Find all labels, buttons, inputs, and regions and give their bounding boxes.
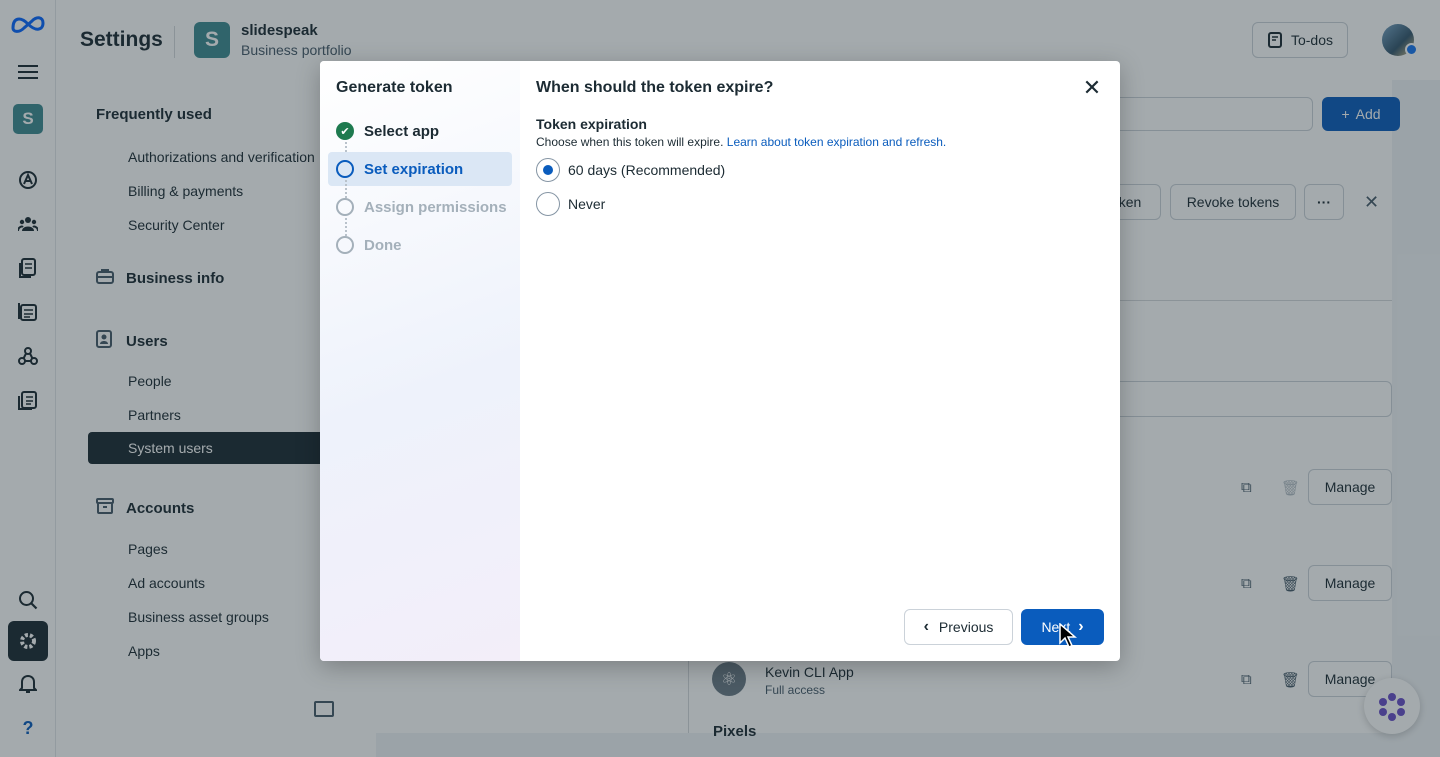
step-circle-icon [336, 236, 354, 254]
token-expiration-help: Choose when this token will expire. Lear… [536, 135, 946, 149]
step-label: Select app [364, 122, 440, 140]
help-text: Choose when this token will expire. [536, 135, 724, 149]
step-assign-permissions: Assign permissions [328, 190, 512, 224]
step-select-app[interactable]: ✔ Select app [328, 114, 512, 148]
step-circle-icon [336, 160, 354, 178]
radio-unselected[interactable] [536, 192, 560, 216]
wizard-steps: Generate token ✔ Select app Set expirati… [320, 61, 520, 661]
previous-label: Previous [938, 619, 994, 635]
option-never[interactable]: Never [536, 192, 605, 216]
step-done: Done [328, 228, 512, 262]
expiration-pane: When should the token expire? ✕ Token ex… [520, 61, 1120, 661]
check-circle-icon: ✔ [336, 122, 354, 140]
previous-button[interactable]: ‹ Previous [904, 609, 1013, 645]
wizard-title: Generate token [336, 79, 453, 96]
dialog-title: When should the token expire? [536, 79, 774, 96]
option-60-days[interactable]: 60 days (Recommended) [536, 158, 725, 182]
step-set-expiration[interactable]: Set expiration [328, 152, 512, 186]
option-label: 60 days (Recommended) [568, 162, 726, 178]
chevron-left-icon: ‹ [923, 618, 929, 635]
step-label: Done [364, 236, 402, 254]
step-circle-icon [336, 198, 354, 216]
generate-token-dialog: Generate token ✔ Select app Set expirati… [320, 61, 1120, 661]
learn-more-link[interactable]: Learn about token expiration and refresh… [727, 135, 946, 149]
token-expiration-label: Token expiration [536, 116, 647, 132]
chevron-right-icon: › [1078, 618, 1084, 635]
option-label: Never [568, 196, 606, 212]
radio-selected[interactable] [536, 158, 560, 182]
step-label: Assign permissions [364, 198, 507, 216]
step-label: Set expiration [364, 160, 464, 178]
close-dialog-icon[interactable]: ✕ [1080, 77, 1104, 101]
